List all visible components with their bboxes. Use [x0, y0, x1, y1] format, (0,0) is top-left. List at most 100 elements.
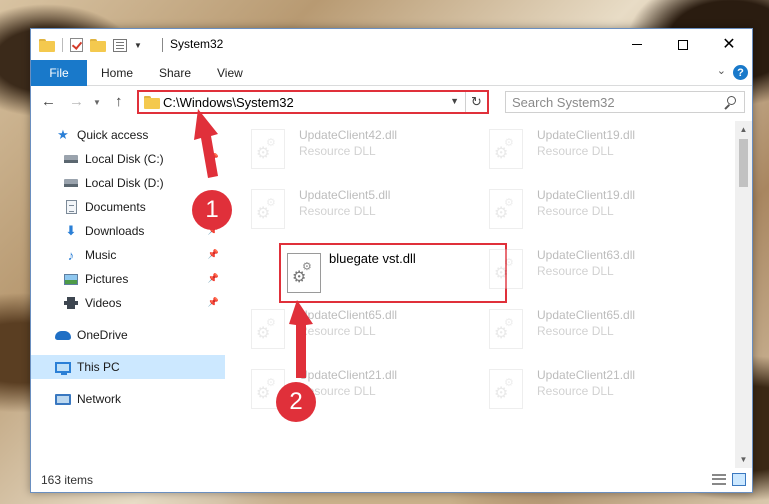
- music-icon: ♪: [67, 247, 75, 263]
- close-button[interactable]: ✕: [706, 29, 752, 60]
- dll-file-icon: [251, 189, 285, 229]
- tab-view[interactable]: View: [217, 66, 243, 80]
- navigation-bar: ← → ▼ ↑ C:\Windows\System32 ▼ ↻ Search S…: [31, 87, 752, 117]
- file-item[interactable]: UpdateClient5.dll Resource DLL: [227, 185, 447, 233]
- properties-icon[interactable]: [113, 38, 127, 52]
- sidebar-item-label: Local Disk (C:): [85, 152, 164, 166]
- up-arrow-icon[interactable]: ↑: [115, 93, 123, 110]
- pin-icon: 📌: [207, 297, 219, 307]
- pin-icon: 📌: [207, 273, 219, 283]
- customize-toolbar-chevron-icon[interactable]: ▼: [134, 41, 142, 50]
- documents-icon: [63, 199, 79, 215]
- sidebar-item-label: Local Disk (D:): [85, 176, 164, 190]
- file-name: UpdateClient63.dll: [537, 248, 636, 262]
- file-type: Resource DLL: [537, 144, 614, 158]
- sidebar-item-label: Music: [85, 248, 117, 262]
- vertical-scrollbar[interactable]: ▲ ▼: [735, 121, 752, 468]
- star-icon: ★: [57, 127, 69, 142]
- file-type: Resource DLL: [537, 384, 614, 398]
- scroll-up-icon[interactable]: ▲: [735, 121, 752, 138]
- dll-file-icon: [489, 249, 523, 289]
- sidebar-item-local-disk-d[interactable]: Local Disk (D:): [31, 171, 225, 195]
- onedrive-icon: [55, 327, 71, 343]
- search-placeholder: Search System32: [512, 95, 615, 110]
- details-view-icon[interactable]: [712, 474, 726, 485]
- videos-icon: [63, 295, 79, 311]
- file-name: UpdateClient65.dll: [299, 308, 398, 322]
- network-icon: [55, 391, 71, 407]
- tab-share[interactable]: Share: [159, 66, 191, 80]
- file-type: Resource DLL: [537, 204, 614, 218]
- search-icon: [724, 96, 736, 108]
- file-name: bluegate vst.dll: [329, 251, 416, 266]
- file-item[interactable]: UpdateClient19.dll Resource DLL: [465, 185, 685, 233]
- file-item[interactable]: UpdateClient63.dll Resource DLL: [465, 245, 685, 293]
- sidebar-item-this-pc[interactable]: This PC: [31, 355, 225, 379]
- sidebar-item-quick-access[interactable]: ★ Quick access: [31, 123, 225, 147]
- address-bar[interactable]: C:\Windows\System32 ▼ ↻: [137, 90, 489, 114]
- sidebar-item-label: Downloads: [85, 224, 145, 238]
- ribbon-tabs: File Home Share View ⌄ ?: [31, 60, 752, 86]
- dll-file-icon: [489, 189, 523, 229]
- dll-file-icon: [489, 309, 523, 349]
- file-name: UpdateClient19.dll: [537, 128, 636, 142]
- maximize-button[interactable]: [660, 29, 706, 60]
- properties-check-icon[interactable]: [70, 38, 83, 52]
- file-explorer-window: ▼ System32 ✕ File Home Share View ⌄ ? ← …: [30, 28, 753, 493]
- pin-icon: 📌: [207, 153, 219, 163]
- sidebar-item-music[interactable]: ♪ Music 📌: [31, 243, 225, 267]
- search-input[interactable]: Search System32: [505, 91, 745, 113]
- address-dropdown-icon[interactable]: ▼: [450, 96, 459, 106]
- tab-home[interactable]: Home: [101, 66, 133, 80]
- sidebar-item-label: OneDrive: [77, 328, 128, 342]
- navigation-pane: ★ Quick access Local Disk (C:) 📌 Local D…: [31, 121, 225, 462]
- address-folder-icon: [144, 96, 160, 109]
- sidebar-item-local-disk-c[interactable]: Local Disk (C:) 📌: [31, 147, 225, 171]
- file-item[interactable]: UpdateClient19.dll Resource DLL: [465, 125, 685, 173]
- this-pc-icon: [55, 359, 71, 375]
- dll-file-icon: [489, 129, 523, 169]
- forward-arrow-icon[interactable]: →: [69, 93, 84, 110]
- quick-access-toolbar: ▼: [39, 37, 142, 53]
- status-bar: 163 items: [31, 468, 752, 492]
- file-item[interactable]: UpdateClient65.dll Resource DLL: [227, 305, 447, 353]
- help-icon[interactable]: ?: [733, 65, 748, 80]
- scroll-down-icon[interactable]: ▼: [735, 451, 752, 468]
- title-divider: [162, 38, 163, 52]
- file-item[interactable]: UpdateClient42.dll Resource DLL: [227, 125, 447, 173]
- file-item[interactable]: UpdateClient21.dll Resource DLL: [465, 365, 685, 413]
- refresh-icon[interactable]: ↻: [465, 92, 487, 112]
- back-arrow-icon[interactable]: ←: [41, 93, 56, 110]
- recent-locations-chevron-icon[interactable]: ▼: [93, 98, 101, 107]
- file-name: UpdateClient21.dll: [299, 368, 398, 382]
- sidebar-item-pictures[interactable]: Pictures 📌: [31, 267, 225, 291]
- sidebar-item-label: Pictures: [85, 272, 129, 286]
- scroll-thumb[interactable]: [739, 139, 748, 187]
- tab-file[interactable]: File: [31, 60, 87, 86]
- sidebar-item-label: Quick access: [77, 128, 149, 142]
- expand-ribbon-chevron-icon[interactable]: ⌄: [717, 64, 726, 77]
- large-icons-view-icon[interactable]: [732, 473, 746, 486]
- file-type: Resource DLL: [299, 204, 376, 218]
- downloads-icon: ⬇: [65, 223, 77, 238]
- address-path[interactable]: C:\Windows\System32: [163, 95, 294, 110]
- toolbar-divider: [62, 38, 63, 52]
- file-item[interactable]: UpdateClient65.dll Resource DLL: [465, 305, 685, 353]
- file-item[interactable]: UpdateClient21.dll Resource DLL: [227, 365, 447, 413]
- dll-file-icon: [287, 253, 321, 293]
- minimize-icon: [632, 44, 642, 45]
- step-1-callout: 1: [192, 190, 232, 230]
- sidebar-item-label: Network: [77, 392, 122, 406]
- sidebar-item-network[interactable]: Network: [31, 387, 225, 411]
- new-folder-icon[interactable]: [90, 38, 106, 52]
- file-type: Resource DLL: [299, 324, 376, 338]
- sidebar-item-videos[interactable]: Videos 📌: [31, 291, 225, 315]
- dll-file-icon: [251, 309, 285, 349]
- sidebar-item-onedrive[interactable]: OneDrive: [31, 323, 225, 347]
- window-title: System32: [170, 37, 224, 51]
- item-count: 163 items: [41, 473, 94, 487]
- sidebar-item-label: Videos: [85, 296, 122, 310]
- minimize-button[interactable]: [614, 29, 660, 60]
- disk-icon: [63, 175, 79, 191]
- file-name: UpdateClient21.dll: [537, 368, 636, 382]
